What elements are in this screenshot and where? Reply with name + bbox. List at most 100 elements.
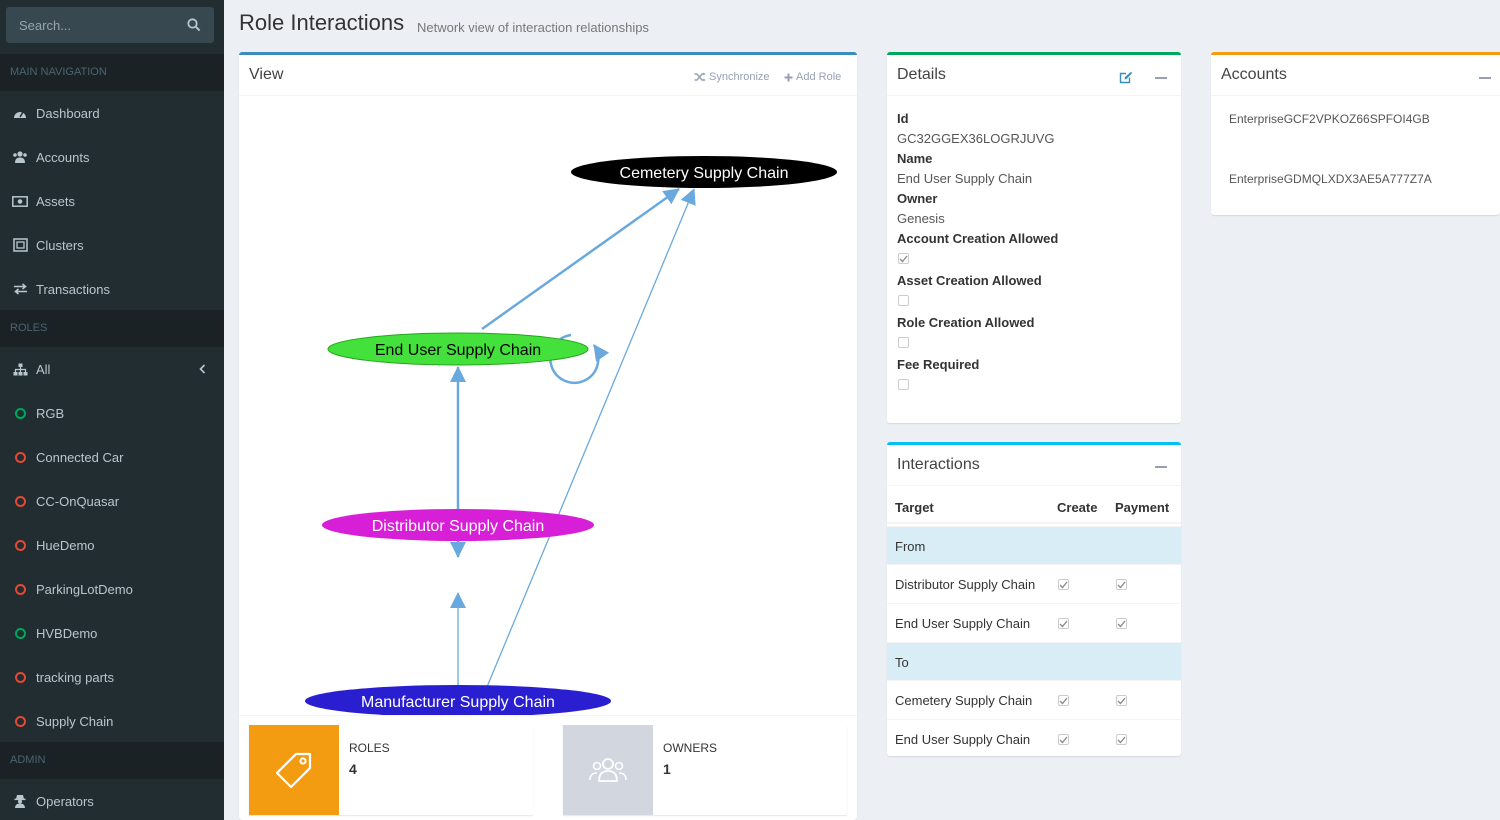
role-graph[interactable]: Cemetery Supply Chain End User Supply Ch… xyxy=(239,97,857,715)
status-ring-icon xyxy=(12,405,28,421)
users-icon xyxy=(12,149,28,165)
sidebar-item-parkinglotdemo[interactable]: ParkingLotDemo xyxy=(0,567,224,611)
plus-icon xyxy=(784,73,793,81)
sidebar-item-operators[interactable]: Operators xyxy=(0,779,224,820)
sidebar: MAIN NAVIGATION Dashboard Accounts Asset… xyxy=(0,0,224,820)
sidebar-item-label: Accounts xyxy=(36,149,90,165)
sidebar-item-all[interactable]: All xyxy=(0,347,224,391)
sidebar-item-label: HueDemo xyxy=(36,537,95,553)
id-value: GC32GGEX36LOGRJUVG xyxy=(897,131,1055,146)
group-icon xyxy=(563,725,653,815)
money-icon xyxy=(12,193,28,209)
sidebar-item-label: RGB xyxy=(36,405,65,421)
exchange-icon xyxy=(12,281,28,297)
status-ring-icon xyxy=(12,537,28,553)
accounts-collapse-button[interactable] xyxy=(1479,77,1491,79)
account-item[interactable]: EnterpriseGCF2VPKOZ66SPFOI4GB xyxy=(1229,109,1439,129)
fee-required-label: Fee Required xyxy=(897,357,980,372)
node-end-user-supply-chain: End User Supply Chain xyxy=(327,332,589,366)
synchronize-button[interactable]: Synchronize xyxy=(694,71,770,83)
sidebar-item-supply-chain[interactable]: Supply Chain xyxy=(0,699,224,743)
svg-text:Cemetery Supply Chain: Cemetery Supply Chain xyxy=(620,165,789,182)
sidebar-item-huedemo[interactable]: HueDemo xyxy=(0,523,224,567)
create-checkbox[interactable] xyxy=(1058,618,1069,629)
add-role-button[interactable]: Add Role xyxy=(784,71,841,83)
sitemap-icon xyxy=(12,361,28,377)
sidebar-item-cc-onquasar[interactable]: CC-OnQuasar xyxy=(0,479,224,523)
svg-text:End User Supply Chain: End User Supply Chain xyxy=(375,342,541,359)
table-header: Target Create Payment xyxy=(887,486,1181,524)
sidebar-item-label: Dashboard xyxy=(36,105,100,121)
fee-required-checkbox[interactable] xyxy=(898,379,909,390)
create-checkbox[interactable] xyxy=(1058,734,1069,745)
box-header-divider xyxy=(887,95,1181,96)
search-button[interactable] xyxy=(174,7,214,43)
admin-header: ADMIN xyxy=(0,742,224,779)
node-cemetery-supply-chain: Cemetery Supply Chain xyxy=(571,156,837,188)
add-role-label: Add Role xyxy=(796,71,842,83)
table-row: Cemetery Supply Chain xyxy=(887,680,1181,719)
graph-nodes[interactable]: Cemetery Supply Chain End User Supply Ch… xyxy=(305,156,837,715)
payment-checkbox[interactable] xyxy=(1116,579,1127,590)
owner-label: Owner xyxy=(897,191,938,206)
chevron-left-icon[interactable] xyxy=(199,362,206,377)
sidebar-item-label: ParkingLotDemo xyxy=(36,581,133,597)
sidebar-item-label: Operators xyxy=(36,793,94,809)
group-row-from: From xyxy=(887,526,1181,564)
group-row-to: To xyxy=(887,642,1181,680)
name-value: End User Supply Chain xyxy=(897,171,1033,186)
sidebar-item-tracking-parts[interactable]: tracking parts xyxy=(0,655,224,699)
graph-divider xyxy=(239,715,857,716)
sidebar-item-transactions[interactable]: Transactions xyxy=(0,267,224,311)
edit-icon[interactable] xyxy=(1119,71,1133,87)
sidebar-item-label: Connected Car xyxy=(36,449,124,465)
accounts-box: Accounts EnterpriseGCF2VPKOZ66SPFOI4GB E… xyxy=(1211,52,1500,215)
sidebar-item-accounts[interactable]: Accounts xyxy=(0,135,224,179)
sidebar-item-dashboard[interactable]: Dashboard xyxy=(0,91,224,135)
create-checkbox[interactable] xyxy=(1058,579,1069,590)
status-ring-icon xyxy=(12,625,28,641)
details-collapse-button[interactable] xyxy=(1155,77,1167,79)
asset-creation-checkbox[interactable] xyxy=(898,295,909,306)
group-label: To xyxy=(895,655,909,670)
account-item[interactable]: EnterpriseGDMQLXDX3AE5A777Z7A xyxy=(1229,169,1439,189)
target-cell: Distributor Supply Chain xyxy=(895,577,1036,592)
target-cell: End User Supply Chain xyxy=(895,616,1031,631)
search-box xyxy=(6,7,214,43)
payment-checkbox[interactable] xyxy=(1116,695,1127,706)
clusters-icon xyxy=(12,237,28,253)
svg-text:Manufacturer Supply Chain: Manufacturer Supply Chain xyxy=(361,694,555,711)
sidebar-item-rgb[interactable]: RGB xyxy=(0,391,224,435)
box-header-divider xyxy=(1211,95,1500,96)
synchronize-label: Synchronize xyxy=(709,71,770,83)
sidebar-item-hvbdemo[interactable]: HVBDemo xyxy=(0,611,224,655)
payment-checkbox[interactable] xyxy=(1116,618,1127,629)
interactions-collapse-button[interactable] xyxy=(1155,466,1167,468)
sidebar-item-label: tracking parts xyxy=(36,669,115,685)
create-checkbox[interactable] xyxy=(1058,695,1069,706)
view-title: View xyxy=(249,66,284,83)
node-manufacturer-supply-chain: Manufacturer Supply Chain xyxy=(305,685,611,715)
tag-icon xyxy=(249,725,339,815)
interactions-box: Interactions Target Create Payment From … xyxy=(887,442,1181,756)
edge-enduser-cemetery xyxy=(481,187,680,331)
dashboard-icon xyxy=(12,105,28,121)
owners-count: 1 xyxy=(663,761,671,777)
roles-label: ROLES xyxy=(349,741,390,755)
search-input[interactable] xyxy=(6,7,176,43)
sidebar-item-label: HVBDemo xyxy=(36,625,98,641)
sidebar-item-connected-car[interactable]: Connected Car xyxy=(0,435,224,479)
node-distributor-supply-chain: Distributor Supply Chain xyxy=(322,509,594,541)
random-icon xyxy=(694,72,706,82)
column-header-create: Create xyxy=(1057,500,1098,515)
edge-manufacturer-cemetery xyxy=(474,188,696,715)
sidebar-item-clusters[interactable]: Clusters xyxy=(0,223,224,267)
table-row: Distributor Supply Chain xyxy=(887,564,1181,603)
account-creation-checkbox[interactable] xyxy=(898,253,909,264)
role-creation-checkbox[interactable] xyxy=(898,337,909,348)
payment-checkbox[interactable] xyxy=(1116,734,1127,745)
interactions-title: Interactions xyxy=(897,456,980,473)
status-ring-icon xyxy=(12,581,28,597)
view-box: View Synchronize Add Role Cemetery Suppl… xyxy=(239,52,857,820)
sidebar-item-assets[interactable]: Assets xyxy=(0,179,224,223)
